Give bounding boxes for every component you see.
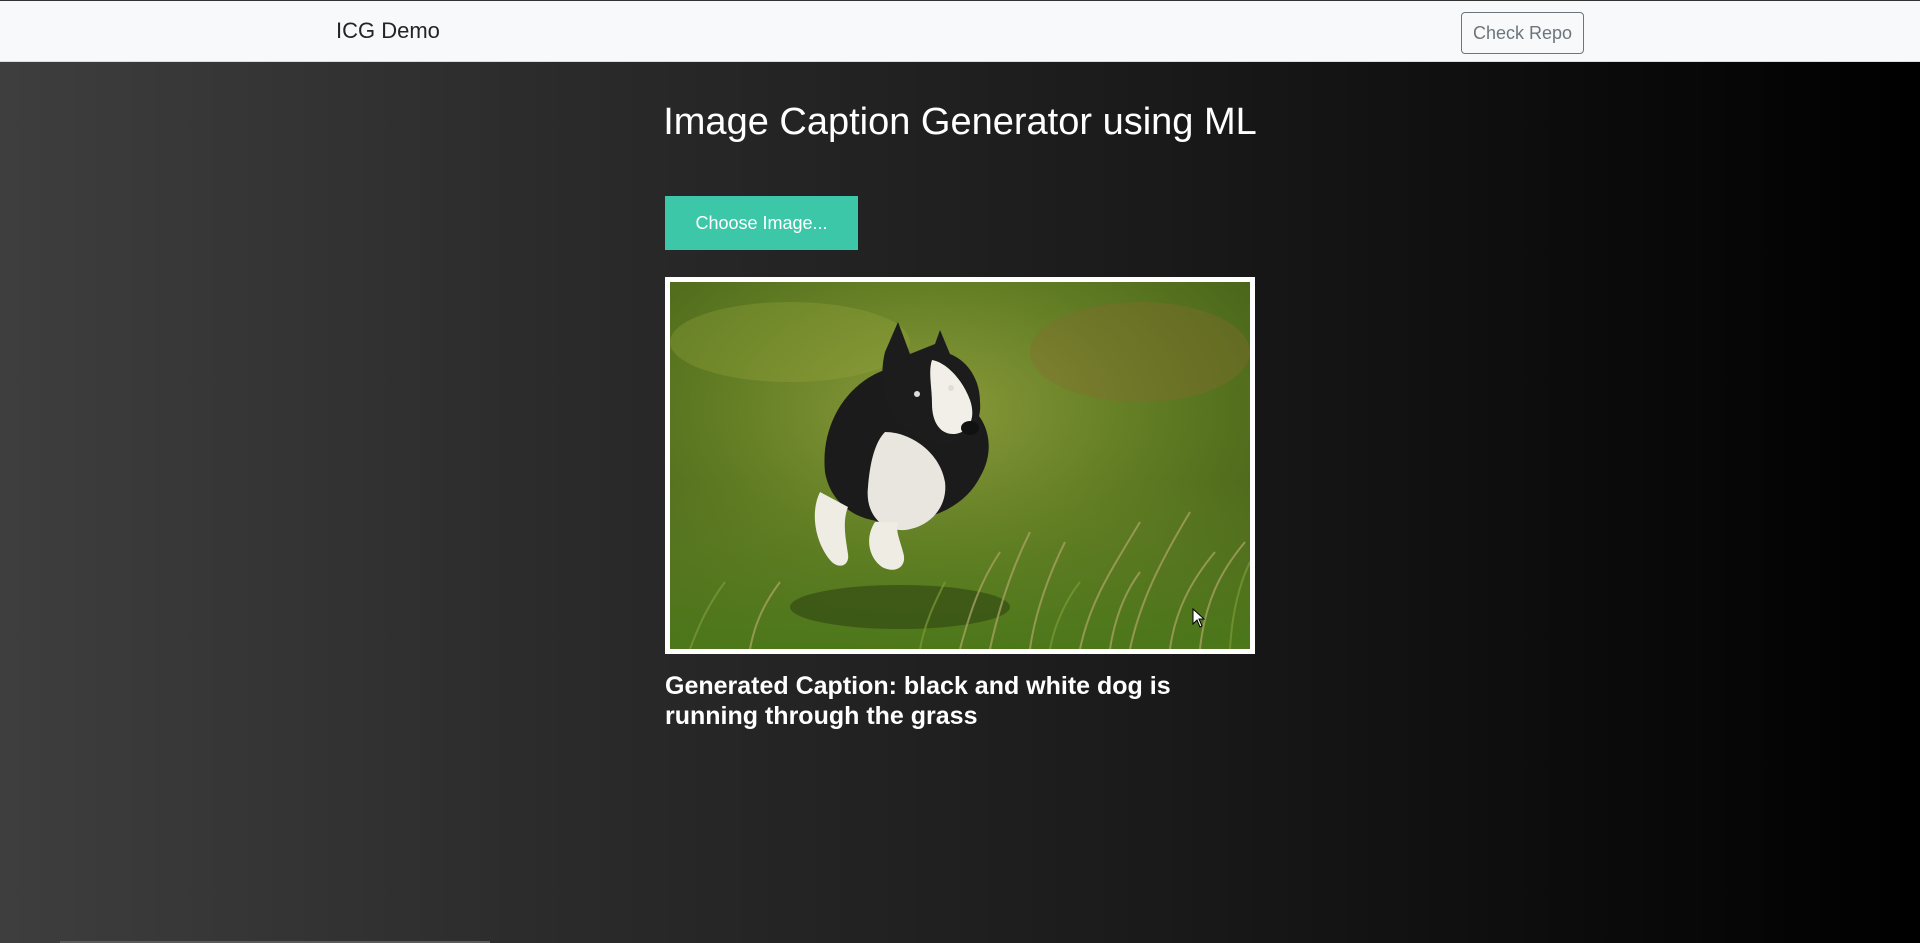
check-repo-button[interactable]: Check Repo bbox=[1461, 12, 1584, 54]
dog-photo bbox=[670, 282, 1250, 649]
choose-image-button[interactable]: Choose Image... bbox=[665, 196, 858, 250]
generated-caption: Generated Caption: black and white dog i… bbox=[665, 672, 1171, 730]
navbar: ICG Demo Check Repo bbox=[0, 0, 1920, 62]
brand-link[interactable]: ICG Demo bbox=[336, 17, 440, 45]
mouse-cursor-icon bbox=[1192, 608, 1206, 628]
image-preview bbox=[665, 277, 1255, 654]
page-title: Image Caption Generator using ML bbox=[663, 101, 1257, 143]
